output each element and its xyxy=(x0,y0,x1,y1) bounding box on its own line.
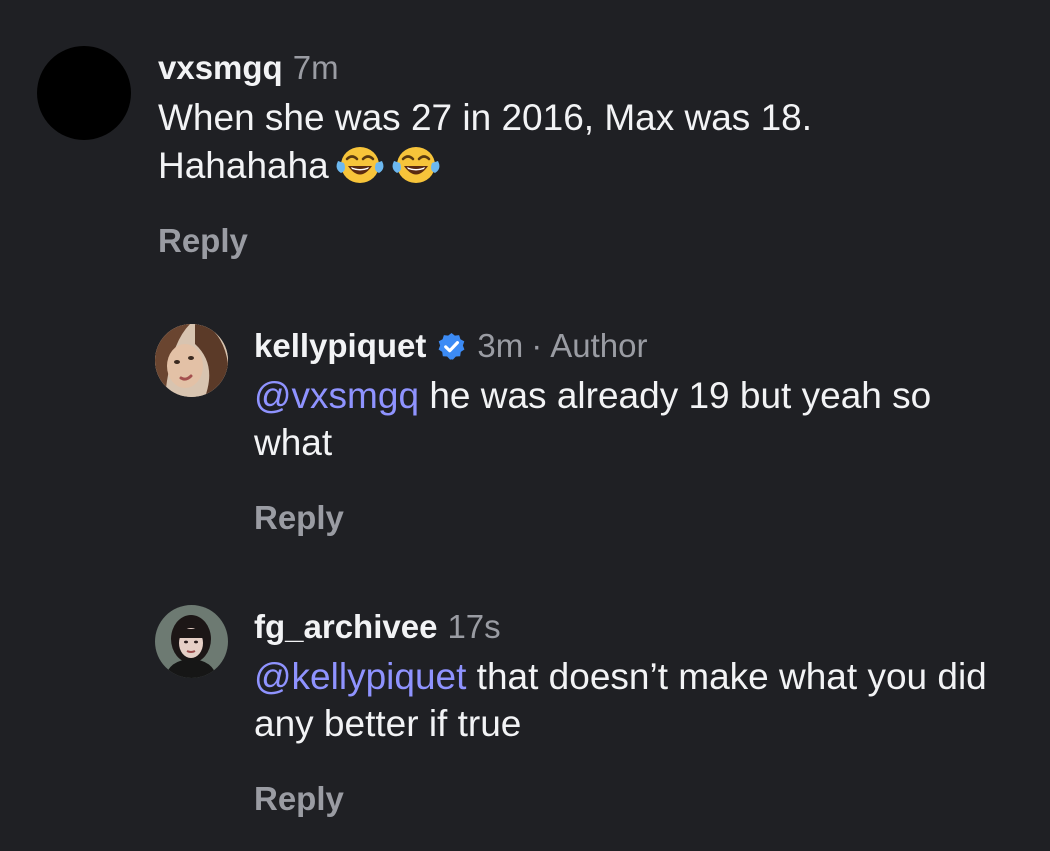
comment-body: kellypiquet 3m · Author @vxsmgq he was a… xyxy=(254,324,1014,538)
mention-link[interactable]: @kellypiquet xyxy=(254,656,466,697)
reply-button[interactable]: Reply xyxy=(158,221,958,261)
timestamp: 7m xyxy=(292,49,339,86)
comment-body: vxsmgq 7m When she was 27 in 2016, Max w… xyxy=(158,46,958,261)
avatar[interactable] xyxy=(37,46,131,140)
timestamp: 3m xyxy=(477,327,524,364)
comment-meta: fg_archivee 17s xyxy=(254,605,1014,649)
separator: · xyxy=(531,327,543,364)
comment-text: @vxsmgq he was already 19 but yeah so wh… xyxy=(254,372,1014,466)
avatar[interactable] xyxy=(155,605,228,678)
author-badge: Author xyxy=(550,327,648,364)
avatar-photo xyxy=(155,605,228,678)
comment-meta: vxsmgq 7m xyxy=(158,46,958,90)
reply-button[interactable]: Reply xyxy=(254,498,1014,538)
comment-text-content: When she was 27 in 2016, Max was 18. Hah… xyxy=(158,97,813,186)
verified-badge-icon xyxy=(438,332,465,360)
comment-body: fg_archivee 17s @kellypiquet that doesn’… xyxy=(254,605,1014,819)
mention-link[interactable]: @vxsmgq xyxy=(254,375,419,416)
reply-button[interactable]: Reply xyxy=(254,779,1014,819)
username[interactable]: fg_archivee xyxy=(254,605,437,649)
comment-text: @kellypiquet that doesn’t make what you … xyxy=(254,653,1014,747)
username[interactable]: kellypiquet xyxy=(254,324,426,368)
face-with-tears-of-joy-icon xyxy=(392,147,440,183)
face-with-tears-of-joy-icon xyxy=(336,147,384,183)
avatar-photo xyxy=(155,324,228,397)
comment-meta: kellypiquet 3m · Author xyxy=(254,324,1014,368)
avatar[interactable] xyxy=(155,324,228,397)
timestamp: 17s xyxy=(447,608,501,645)
comment-text: When she was 27 in 2016, Max was 18. Hah… xyxy=(158,94,958,189)
username[interactable]: vxsmgq xyxy=(158,46,283,90)
